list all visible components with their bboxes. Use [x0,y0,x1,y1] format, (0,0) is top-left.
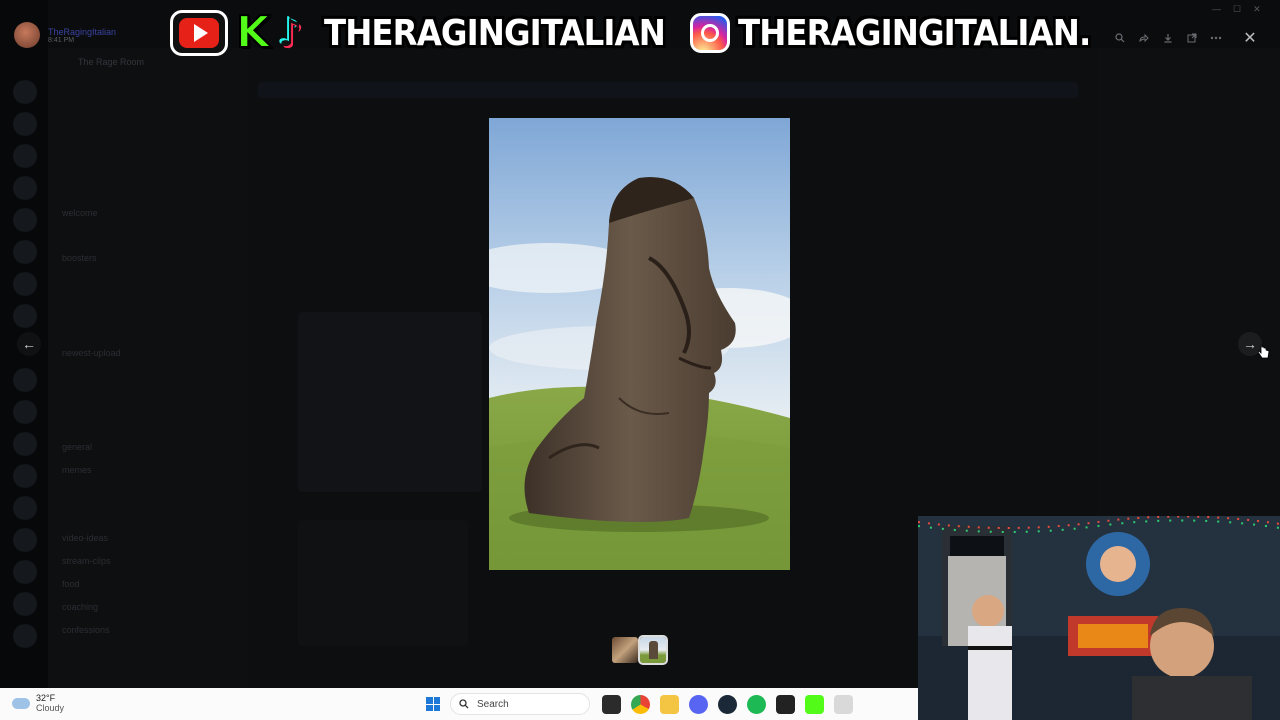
server-icon [13,432,37,456]
file-explorer-icon[interactable] [602,695,621,714]
close-viewer-button[interactable]: ✕ [1238,26,1262,50]
channel-item: newest-upload [62,348,121,358]
server-name: The Rage Room [78,57,145,67]
steam-icon[interactable] [718,695,737,714]
message-embed [298,312,482,492]
epic-games-icon[interactable] [776,695,795,714]
previous-image-button[interactable]: ← [17,332,41,356]
open-external-icon[interactable] [1182,28,1202,48]
moai-illustration [489,118,790,570]
windows-start-icon[interactable] [426,697,440,711]
username: TheRagingItalian [48,26,117,37]
instagram-icon [690,13,731,53]
weather-description: Cloudy [36,703,65,713]
server-icon [13,80,37,104]
server-icon [13,624,37,648]
forward-icon[interactable] [1134,28,1154,48]
tiktok-icon: ♪ ♪ ♪ [276,9,316,57]
hand-cursor-icon [1258,344,1270,359]
server-icon [13,368,37,392]
window-close-icon[interactable]: ✕ [1253,4,1261,15]
server-icon [13,176,37,200]
thumbnail-item[interactable] [612,637,638,663]
channel-sidebar [48,48,248,688]
discord-icon[interactable] [689,695,708,714]
channel-item: food [62,579,80,589]
webcam-overlay [918,516,1280,720]
server-icon [13,240,37,264]
channel-item: coaching [62,602,99,612]
server-icon [13,304,37,328]
cloud-icon [12,697,30,709]
zoom-icon[interactable] [1110,28,1130,48]
server-icon [13,496,37,520]
image-viewer-toolbar [1110,28,1226,48]
moai-image[interactable] [489,118,790,570]
weather-widget[interactable]: 32°F Cloudy [12,693,64,713]
image-thumbnail-strip [612,635,668,665]
server-icon [13,208,37,232]
instagram-handle: THERAGINGITALIAN. [738,12,1091,54]
server-icon [13,464,37,488]
user-profile: TheRagingItalian 8:41 PM [14,22,116,48]
download-icon[interactable] [1158,28,1178,48]
channel-item: welcome [62,208,98,218]
server-icon [13,592,37,616]
arrow-left-icon: ← [22,336,36,352]
stream-branding-overlay: K ♪ ♪ ♪ THERAGINGITALIAN THERAGINGITALIA… [170,8,1108,58]
channel-item: general [62,442,93,452]
vm-icon[interactable] [834,695,853,714]
thumbnail-item-active[interactable] [638,635,668,665]
server-icon [13,272,37,296]
youtube-icon [170,10,228,56]
window-controls: — ☐ ✕ [1212,4,1261,15]
avatar [14,22,40,48]
spotify-icon[interactable] [747,695,766,714]
chrome-icon[interactable] [631,695,650,714]
server-icon [13,528,37,552]
channel-item: video-ideas [62,533,109,543]
arrow-right-icon: → [1243,336,1257,352]
search-placeholder: Search [477,698,509,710]
channel-item: boosters [62,253,97,263]
pinned-apps [602,695,853,714]
webcam-feed [918,516,1280,720]
server-icon [13,400,37,424]
folder-icon[interactable] [660,695,679,714]
maximize-icon[interactable]: ☐ [1233,4,1241,15]
server-icon [13,560,37,584]
server-icon [13,112,37,136]
message-image [298,520,468,646]
channel-item: confessions [62,625,110,635]
search-icon [459,699,469,709]
kick-icon: K [235,7,271,58]
weather-temperature: 32°F [36,693,56,703]
tiktok-handle: THERAGINGITALIAN [324,12,666,54]
channel-item: stream-clips [62,556,111,566]
server-icon [13,144,37,168]
user-time: 8:41 PM [48,36,75,44]
minimize-icon[interactable]: — [1212,4,1221,15]
new-messages-banner [258,82,1078,98]
more-icon[interactable] [1206,28,1226,48]
taskbar-search[interactable]: Search [450,693,590,715]
tiktok-glyph: ♪ [278,11,303,55]
kick-app-icon[interactable] [805,695,824,714]
close-icon: ✕ [1243,30,1257,47]
channel-item: memes [62,465,92,475]
